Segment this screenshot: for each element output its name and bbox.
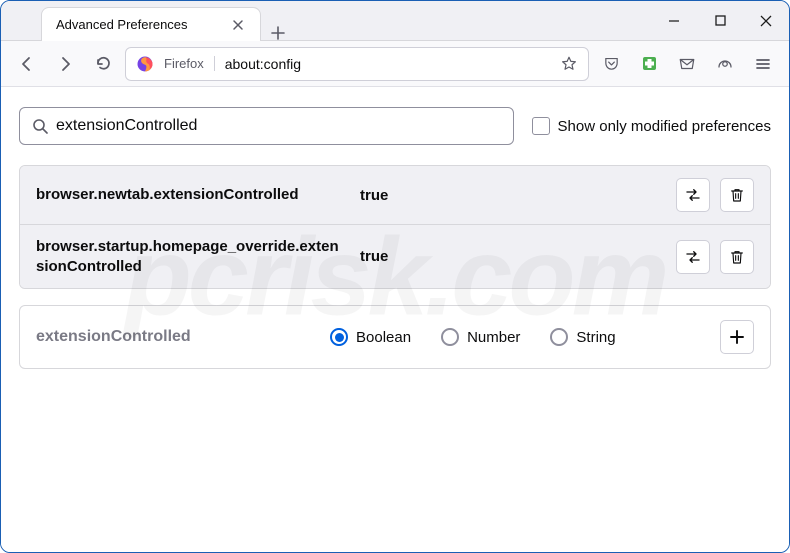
pref-search-input[interactable] (56, 117, 501, 135)
radio-icon (550, 328, 568, 346)
forward-button[interactable] (49, 48, 81, 80)
new-tab-button[interactable] (261, 26, 295, 40)
close-tab-icon[interactable] (230, 17, 246, 33)
add-pref-row: extensionControlled Boolean Number Strin… (19, 305, 771, 369)
pref-row: browser.newtab.extensionControlled true (20, 166, 770, 225)
toggle-button[interactable] (676, 240, 710, 274)
browser-tab[interactable]: Advanced Preferences (41, 7, 261, 41)
show-modified-checkbox-row[interactable]: Show only modified preferences (532, 117, 771, 135)
inbox-button[interactable] (671, 48, 703, 80)
type-radio-string[interactable]: String (550, 328, 615, 346)
tab-title: Advanced Preferences (56, 17, 222, 32)
reload-button[interactable] (87, 48, 119, 80)
show-modified-label: Show only modified preferences (558, 118, 771, 135)
window-close-button[interactable] (743, 1, 789, 40)
nav-toolbar: Firefox about:config (1, 41, 789, 87)
pref-row: browser.startup.homepage_override.extens… (20, 225, 770, 288)
type-radio-number[interactable]: Number (441, 328, 520, 346)
url-bar[interactable]: Firefox about:config (125, 47, 589, 81)
toggle-button[interactable] (676, 178, 710, 212)
url-text: about:config (225, 56, 550, 72)
account-button[interactable] (709, 48, 741, 80)
radio-label: Number (467, 329, 520, 346)
pref-value: true (360, 187, 662, 204)
pref-name: browser.newtab.extensionControlled (36, 185, 346, 205)
prefs-list: browser.newtab.extensionControlled true … (19, 165, 771, 289)
identity-label: Firefox (164, 56, 215, 71)
back-button[interactable] (11, 48, 43, 80)
pref-value: true (360, 248, 662, 265)
radio-icon (330, 328, 348, 346)
show-modified-checkbox[interactable] (532, 117, 550, 135)
pref-name: browser.startup.homepage_override.extens… (36, 237, 346, 276)
add-button[interactable] (720, 320, 754, 354)
app-menu-button[interactable] (747, 48, 779, 80)
search-icon (32, 118, 48, 134)
pocket-button[interactable] (595, 48, 627, 80)
type-radio-boolean[interactable]: Boolean (330, 328, 411, 346)
delete-button[interactable] (720, 240, 754, 274)
window-minimize-button[interactable] (651, 1, 697, 40)
window-maximize-button[interactable] (697, 1, 743, 40)
pref-search-box[interactable] (19, 107, 514, 145)
bookmark-star-icon[interactable] (560, 55, 578, 73)
extension-button[interactable] (633, 48, 665, 80)
radio-label: Boolean (356, 329, 411, 346)
radio-icon (441, 328, 459, 346)
add-pref-name: extensionControlled (36, 328, 316, 346)
radio-label: String (576, 329, 615, 346)
about-config-content: Show only modified preferences browser.n… (1, 87, 789, 552)
firefox-logo-icon (136, 55, 154, 73)
delete-button[interactable] (720, 178, 754, 212)
window-titlebar: Advanced Preferences (1, 1, 789, 41)
